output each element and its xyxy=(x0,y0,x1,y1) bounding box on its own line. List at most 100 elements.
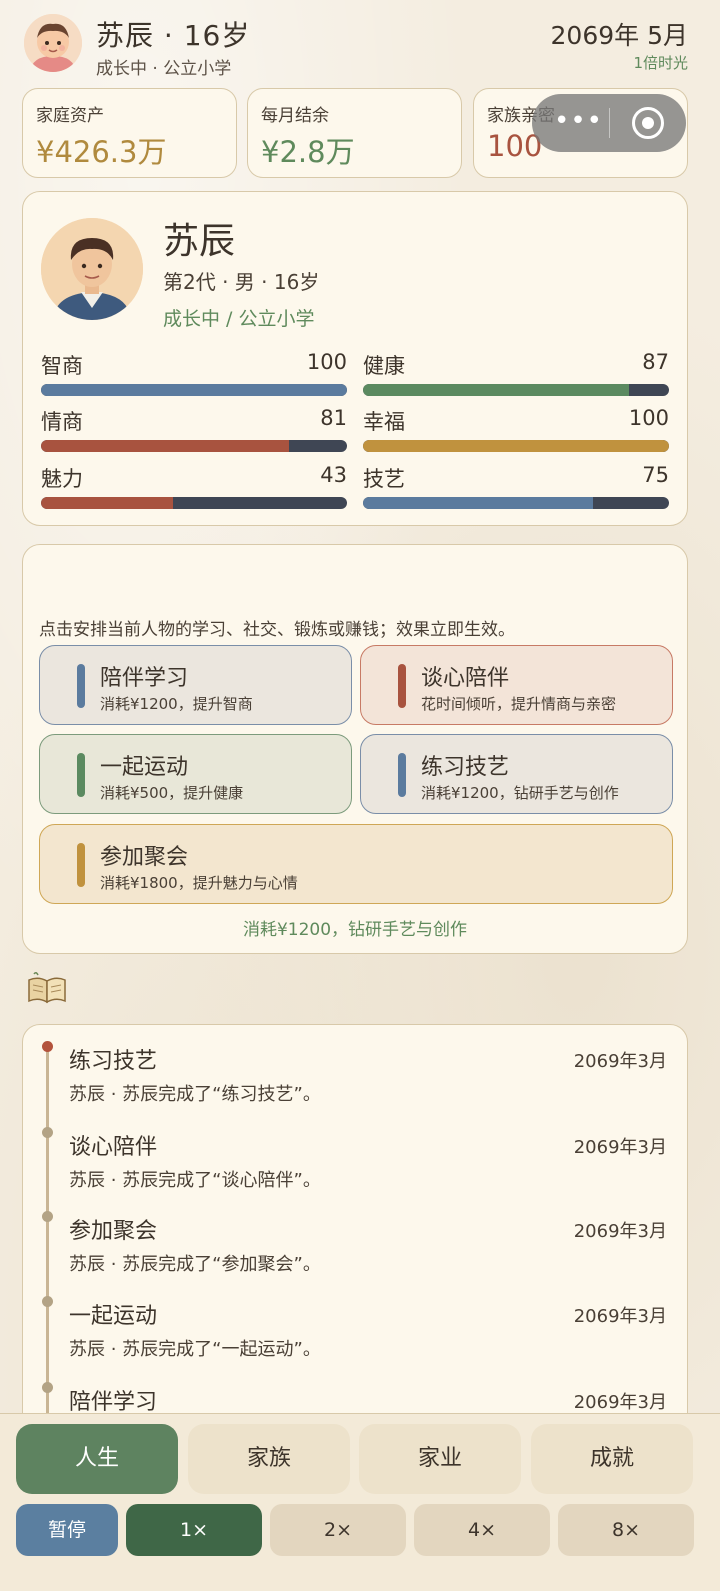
attribute-bar-fill xyxy=(41,440,289,452)
stat-label: 每月结余 xyxy=(261,106,329,126)
character-name-age: 苏辰 · 16岁 xyxy=(96,19,251,52)
timeline-title: 一起运动 xyxy=(69,1304,158,1329)
attribute-bar-fill xyxy=(41,497,173,509)
teen-avatar-icon[interactable] xyxy=(41,218,143,320)
bottom-navigation: 人生 家族 家业 成就 暂停 1× 2× 4× 8× xyxy=(0,1413,720,1591)
timeline-item: 一起运动 2069年3月 苏辰 · 苏辰完成了“一起运动”。 xyxy=(23,1280,687,1364)
action-study-button[interactable]: 陪伴学习 消耗¥1200，提升智商 xyxy=(39,645,352,725)
timeline-card: 练习技艺 2069年3月 苏辰 · 苏辰完成了“练习技艺”。 谈心陪伴 2069… xyxy=(22,1024,688,1444)
timeline-date: 2069年3月 xyxy=(573,1306,667,1327)
attribute-value: 43 xyxy=(320,463,347,487)
timeline-item: 谈心陪伴 2069年3月 苏辰 · 苏辰完成了“谈心陪伴”。 xyxy=(23,1111,687,1195)
timeline-title: 参加聚会 xyxy=(69,1219,158,1244)
attribute-charm: 魅力 43 xyxy=(41,463,347,513)
pause-button[interactable]: 暂停 xyxy=(16,1504,118,1556)
action-talk-button[interactable]: 谈心陪伴 花时间倾听，提升情商与亲密 xyxy=(360,645,673,725)
attribute-iq: 智商 100 xyxy=(41,350,347,400)
speed-4x-button[interactable]: 4× xyxy=(414,1504,550,1556)
time-speed-label: 1倍时光 xyxy=(633,54,688,72)
action-desc: 消耗¥500，提升健康 xyxy=(100,784,244,802)
tab-business[interactable]: 家业 xyxy=(359,1424,521,1494)
speed-8x-button[interactable]: 8× xyxy=(558,1504,694,1556)
action-party-button[interactable]: 参加聚会 消耗¥1800，提升魅力与心情 xyxy=(39,824,673,904)
timeline-dot xyxy=(42,1382,53,1393)
open-book-icon xyxy=(26,970,68,1006)
profile-card: 苏辰 第2代 · 男 · 16岁 成长中 / 公立小学 智商 100 健康 87… xyxy=(22,191,688,526)
action-stripe xyxy=(77,664,85,708)
action-desc: 消耗¥1800，提升魅力与心情 xyxy=(100,874,298,892)
capsule-divider xyxy=(609,108,610,138)
attribute-value: 87 xyxy=(642,350,669,374)
attribute-name: 智商 xyxy=(41,354,83,378)
stat-value: ¥2.8万 xyxy=(261,135,355,169)
action-desc: 花时间倾听，提升情商与亲密 xyxy=(421,695,617,713)
profile-stage: 成长中 / 公立小学 xyxy=(163,308,315,330)
attribute-bar xyxy=(41,384,347,396)
action-title: 一起运动 xyxy=(100,755,189,780)
attribute-bar-fill xyxy=(363,384,630,396)
attribute-name: 幸福 xyxy=(363,410,405,434)
timeline-dot xyxy=(42,1127,53,1138)
action-stripe xyxy=(77,843,85,887)
timeline-desc: 苏辰 · 苏辰完成了“谈心陪伴”。 xyxy=(69,1170,321,1191)
stat-card-assets: 家庭资产 ¥426.3万 xyxy=(22,88,237,178)
attribute-health: 健康 87 xyxy=(363,350,669,400)
tab-family[interactable]: 家族 xyxy=(188,1424,350,1494)
stat-value: ¥426.3万 xyxy=(36,135,167,169)
actions-card: 点击安排当前人物的学习、社交、锻炼或赚钱；效果立即生效。 陪伴学习 消耗¥120… xyxy=(22,544,688,954)
attribute-happiness: 幸福 100 xyxy=(363,406,669,456)
miniprogram-capsule: ••• xyxy=(532,94,686,152)
more-dots-icon[interactable]: ••• xyxy=(554,106,603,136)
attribute-bar xyxy=(41,497,347,509)
action-exercise-button[interactable]: 一起运动 消耗¥500，提升健康 xyxy=(39,734,352,814)
attribute-bar-fill xyxy=(363,440,669,452)
attribute-value: 75 xyxy=(642,463,669,487)
timeline-item: 参加聚会 2069年3月 苏辰 · 苏辰完成了“参加聚会”。 xyxy=(23,1195,687,1279)
tab-life[interactable]: 人生 xyxy=(16,1424,178,1494)
timeline-dot xyxy=(42,1041,53,1052)
action-stripe xyxy=(77,753,85,797)
attribute-value: 81 xyxy=(320,406,347,430)
action-stripe xyxy=(398,753,406,797)
baby-avatar-icon[interactable] xyxy=(24,14,82,72)
timeline-date: 2069年3月 xyxy=(573,1051,667,1072)
top-header: 苏辰 · 16岁 成长中 · 公立小学 2069年 5月 1倍时光 xyxy=(24,12,688,79)
attribute-skill: 技艺 75 xyxy=(363,463,669,513)
timeline-title: 练习技艺 xyxy=(69,1049,158,1074)
timeline-desc: 苏辰 · 苏辰完成了“练习技艺”。 xyxy=(69,1084,321,1105)
timeline-dot xyxy=(42,1211,53,1222)
attribute-name: 情商 xyxy=(41,410,83,434)
timeline-title: 谈心陪伴 xyxy=(69,1135,158,1160)
character-status: 成长中 · 公立小学 xyxy=(96,59,232,79)
action-stripe xyxy=(398,664,406,708)
action-title: 参加聚会 xyxy=(100,845,189,870)
attribute-name: 健康 xyxy=(363,354,405,378)
timeline-title: 陪伴学习 xyxy=(69,1390,158,1415)
game-date: 2069年 5月 xyxy=(550,21,688,50)
stat-label: 家庭资产 xyxy=(36,106,104,126)
timeline-desc: 苏辰 · 苏辰完成了“一起运动”。 xyxy=(69,1339,321,1360)
attribute-value: 100 xyxy=(628,406,669,430)
target-circle-icon[interactable] xyxy=(632,107,664,139)
timeline-item: 练习技艺 2069年3月 苏辰 · 苏辰完成了“练习技艺”。 xyxy=(23,1025,687,1109)
timeline-date: 2069年3月 xyxy=(573,1392,667,1413)
stat-card-monthly: 每月结余 ¥2.8万 xyxy=(247,88,462,178)
attribute-bar-fill xyxy=(41,384,347,396)
action-title: 陪伴学习 xyxy=(100,666,189,691)
attribute-eq: 情商 81 xyxy=(41,406,347,456)
attribute-bar xyxy=(363,497,669,509)
timeline-date: 2069年3月 xyxy=(573,1221,667,1242)
tab-achievements[interactable]: 成就 xyxy=(531,1424,693,1494)
attribute-bar xyxy=(363,384,669,396)
attribute-value: 100 xyxy=(306,350,347,374)
attribute-name: 技艺 xyxy=(363,467,405,491)
attribute-bar xyxy=(363,440,669,452)
action-desc: 消耗¥1200，提升智商 xyxy=(100,695,253,713)
timeline-date: 2069年3月 xyxy=(573,1137,667,1158)
speed-1x-button[interactable]: 1× xyxy=(126,1504,262,1556)
selected-action-desc: 消耗¥1200，钻研手艺与创作 xyxy=(242,920,468,940)
actions-hint: 点击安排当前人物的学习、社交、锻炼或赚钱；效果立即生效。 xyxy=(39,620,515,640)
speed-2x-button[interactable]: 2× xyxy=(270,1504,406,1556)
attribute-bar xyxy=(41,440,347,452)
action-skill-button[interactable]: 练习技艺 消耗¥1200，钻研手艺与创作 xyxy=(360,734,673,814)
